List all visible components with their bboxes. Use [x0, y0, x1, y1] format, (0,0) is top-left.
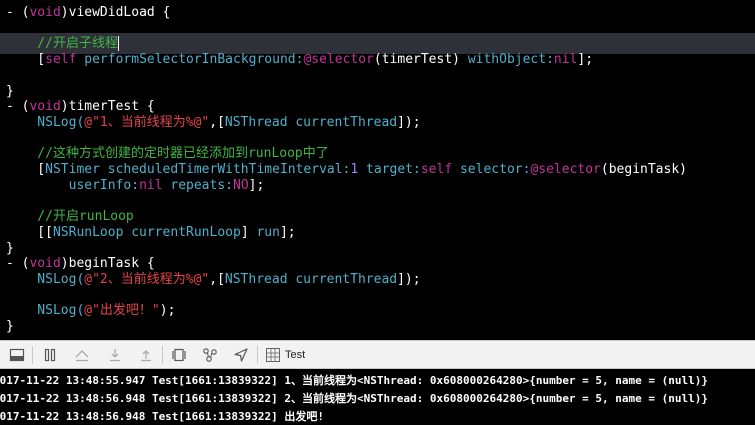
code-token-plain: }: [6, 319, 14, 334]
code-line[interactable]: [self performSelectorInBackground:@selec…: [6, 49, 593, 70]
code-token-selector: NSLog(: [6, 303, 85, 319]
pause-icon: [44, 348, 56, 362]
code-line[interactable]: userInfo:nil repeats:NO];: [6, 175, 265, 196]
debug-console[interactable]: 2017-11-22 13:48:55.947 Test[1661:138393…: [0, 369, 755, 425]
code-token-plain: ];: [577, 52, 594, 68]
toggle-console-button[interactable]: [8, 346, 26, 364]
code-token-selector: NSLog(: [6, 271, 85, 287]
code-token-keyword: nil: [553, 52, 578, 68]
console-log-line: 2017-11-22 13:48:56.948 Test[1661:138393…: [0, 392, 709, 405]
code-token-string: @"2、当前线程为%@": [84, 271, 210, 287]
code-line[interactable]: NSLog(@"2、当前线程为%@",[NSThread currentThre…: [6, 269, 421, 290]
code-token-selector: performSelectorInBackground:: [76, 52, 304, 68]
code-token-plain: );: [159, 303, 176, 319]
code-token-selector: selector:: [452, 162, 531, 177]
code-token-plain: ,[: [209, 271, 225, 287]
step-over-button[interactable]: [73, 346, 91, 364]
code-token-keyword: @selector: [530, 162, 601, 177]
target-button[interactable]: [264, 346, 282, 364]
location-arrow-icon: [234, 348, 248, 362]
console-log-line: 2017-11-22 13:48:55.947 Test[1661:138393…: [0, 374, 709, 387]
code-token-selector: NSThread currentThread: [224, 114, 398, 130]
step-over-icon: [75, 350, 89, 362]
code-token-keyword: void: [29, 5, 61, 20]
code-token-plain: (timerTest): [373, 52, 468, 68]
memory-graph-icon: [203, 348, 217, 362]
step-out-icon: [141, 350, 151, 362]
location-button[interactable]: [232, 346, 250, 364]
code-token-plain: ]);: [397, 271, 421, 287]
code-token-plain: )viewDidLoad {: [60, 5, 171, 20]
code-token-string: @"出发吧！": [84, 303, 160, 319]
memory-graph-button[interactable]: [201, 346, 219, 364]
code-line[interactable]: [[NSRunLoop currentRunLoop] run];: [6, 222, 296, 243]
target-label[interactable]: Test: [285, 347, 305, 363]
code-line[interactable]: NSLog(@"出发吧！");: [6, 300, 175, 321]
code-token-plain: ]);: [397, 114, 421, 130]
code-token-keyword: NO: [233, 177, 249, 193]
view-hierarchy-icon: [172, 348, 186, 362]
view-hierarchy-button[interactable]: [170, 346, 188, 364]
code-token-plain: [: [6, 52, 46, 68]
code-token-selector: run: [256, 224, 280, 240]
code-token-keyword: self: [45, 52, 77, 68]
code-editor[interactable]: - (void)viewDidLoad { //开启子线程 [self perf…: [0, 0, 755, 340]
pause-button[interactable]: [41, 346, 59, 364]
code-token-string: @"1、当前线程为%@": [84, 114, 210, 130]
code-token-selector: NSThread currentThread: [224, 271, 398, 287]
console-toggle-icon: [9, 348, 25, 362]
code-token-selector: target:: [358, 162, 421, 177]
code-token-keyword: nil: [139, 177, 163, 193]
code-token-selector: NSRunLoop currentRunLoop: [52, 224, 241, 240]
code-token-keyword: @selector: [303, 52, 374, 68]
code-token-plain: ]: [240, 224, 257, 240]
code-token-selector: userInfo:: [6, 177, 140, 193]
code-line[interactable]: NSLog(@"1、当前线程为%@",[NSThread currentThre…: [6, 112, 421, 133]
code-token-selector: NSLog(: [6, 114, 85, 130]
step-into-button[interactable]: [106, 346, 124, 364]
code-token-selector: withObject:: [467, 52, 554, 68]
code-token-plain: ,[: [209, 114, 225, 130]
code-token-plain: ];: [248, 177, 265, 193]
code-token-plain: (beginTask): [600, 162, 687, 177]
code-token-keyword: self: [420, 162, 453, 177]
target-app-icon: [266, 348, 280, 362]
step-out-button[interactable]: [137, 346, 155, 364]
code-token-plain: - (: [6, 5, 30, 20]
code-token-plain: ];: [279, 224, 296, 240]
code-line[interactable]: }: [6, 316, 14, 337]
step-into-icon: [110, 349, 120, 362]
console-log-line: 2017-11-22 13:48:56.948 Test[1661:138393…: [0, 410, 325, 423]
debug-toolbar: Test: [0, 340, 755, 369]
code-line[interactable]: - (void)viewDidLoad {: [6, 2, 170, 23]
code-token-selector: repeats:: [162, 177, 233, 193]
